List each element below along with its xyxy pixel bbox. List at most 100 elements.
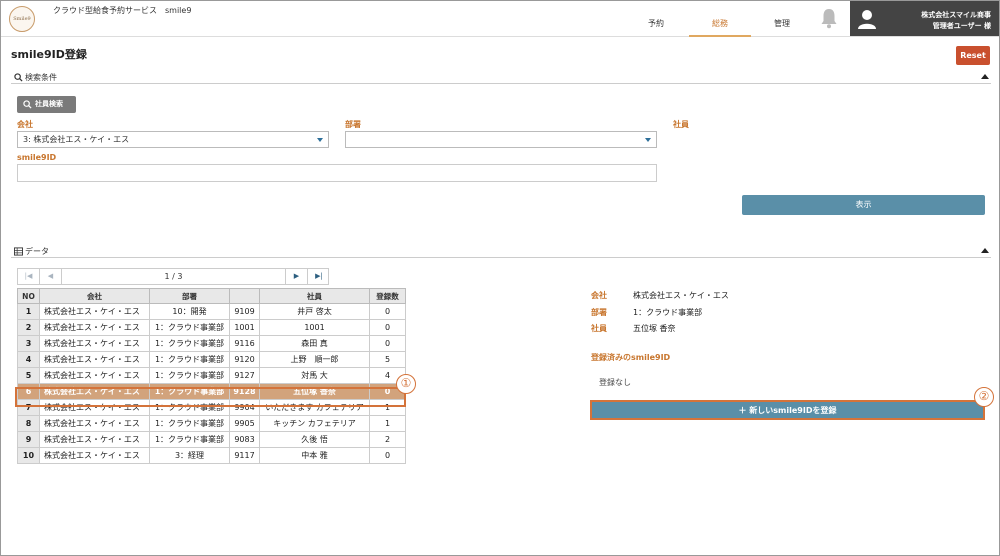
col-header-company[interactable]: 会社 bbox=[39, 288, 150, 304]
cell-employee: 上野 順一郎 bbox=[259, 351, 370, 368]
cell-count: 0 bbox=[369, 319, 406, 336]
cell-code: 9128 bbox=[229, 383, 260, 400]
cell-employee: 中本 雅 bbox=[259, 447, 370, 464]
cell-department: 10：開発 bbox=[149, 303, 230, 320]
cell-code: 9117 bbox=[229, 447, 260, 464]
table-header-row: NO 会社 部署 社員 登録数 bbox=[17, 288, 406, 304]
next-page-icon[interactable]: ▶ bbox=[286, 269, 308, 284]
col-header-department[interactable]: 部署 bbox=[149, 288, 230, 304]
cell-department: 1：クラウド事業部 bbox=[149, 383, 230, 400]
last-page-icon[interactable]: ▶| bbox=[308, 269, 330, 284]
department-select[interactable] bbox=[345, 131, 657, 148]
cell-count: 5 bbox=[369, 351, 406, 368]
detail-employee-label: 社員 bbox=[591, 324, 607, 333]
user-icon bbox=[858, 10, 876, 29]
col-header-code[interactable] bbox=[229, 288, 260, 304]
table-icon bbox=[14, 247, 23, 256]
cell-code: 9904 bbox=[229, 399, 260, 416]
cell-department: 1：クラウド事業部 bbox=[149, 399, 230, 416]
employee-search-button[interactable]: 社員検索 bbox=[17, 96, 76, 113]
cell-code: 9083 bbox=[229, 431, 260, 448]
cell-count: 1 bbox=[369, 415, 406, 432]
table-row[interactable]: 2 株式会社エス・ケイ・エス 1：クラウド事業部 1001 1001 0 bbox=[17, 319, 406, 336]
search-icon bbox=[23, 100, 32, 109]
top-header: Smile9 クラウド型給食予約サービス smile9 予約 総務 管理 株式会… bbox=[1, 1, 999, 37]
data-section-label: データ bbox=[25, 247, 49, 256]
cell-company: 株式会社エス・ケイ・エス bbox=[39, 303, 150, 320]
cell-no: 6 bbox=[17, 383, 40, 400]
table-row[interactable]: 9 株式会社エス・ケイ・エス 1：クラウド事業部 9083 久後 悟2 bbox=[17, 431, 406, 448]
cell-department: 1：クラウド事業部 bbox=[149, 351, 230, 368]
col-header-employee[interactable]: 社員 bbox=[259, 288, 370, 304]
cell-code: 9127 bbox=[229, 367, 260, 384]
cell-department: 3：経理 bbox=[149, 447, 230, 464]
detail-dept-value: 1：クラウド事業部 bbox=[633, 308, 703, 317]
cell-department: 1：クラウド事業部 bbox=[149, 415, 230, 432]
table-row[interactable]: 4 株式会社エス・ケイ・エス 1：クラウド事業部 9120 上野 順一郎 5 bbox=[17, 351, 406, 368]
cell-count: 2 bbox=[369, 431, 406, 448]
cell-count: 0 bbox=[369, 303, 406, 320]
first-page-icon[interactable]: |◀ bbox=[18, 269, 40, 284]
cell-code: 9116 bbox=[229, 335, 260, 352]
cell-company: 株式会社エス・ケイ・エス bbox=[39, 319, 150, 336]
pagination: |◀ ◀ 1 / 3 ▶ ▶| bbox=[17, 268, 329, 285]
chevron-down-icon bbox=[645, 138, 651, 142]
cell-department: 1：クラウド事業部 bbox=[149, 335, 230, 352]
cell-company: 株式会社エス・ケイ・エス bbox=[39, 351, 150, 368]
table-row[interactable]: 8 株式会社エス・ケイ・エス 1：クラウド事業部 9905 キッチン カフェテリア 1 bbox=[17, 415, 406, 432]
cell-company: 株式会社エス・ケイ・エス bbox=[39, 335, 150, 352]
collapse-icon[interactable] bbox=[981, 74, 989, 79]
cell-employee: 森田 真 bbox=[259, 335, 370, 352]
nav-tab-reservation[interactable]: 予約 bbox=[625, 19, 687, 37]
cell-no: 7 bbox=[17, 399, 40, 416]
table-row[interactable]: 3 株式会社エス・ケイ・エス 1：クラウド事業部 9116 森田 真0 bbox=[17, 335, 406, 352]
detail-employee-value: 五位塚 香奈 bbox=[633, 324, 676, 333]
nav-tab-admin[interactable]: 管理 bbox=[751, 19, 813, 37]
smile9-logo[interactable]: Smile9 bbox=[9, 6, 35, 32]
cell-employee: 五位塚 香奈 bbox=[259, 383, 370, 400]
bell-icon[interactable] bbox=[819, 7, 839, 29]
detail-company-label: 会社 bbox=[591, 291, 607, 300]
table-row[interactable]: 10 株式会社エス・ケイ・エス 3：経理 9117 中本 雅0 bbox=[17, 447, 406, 464]
cell-no: 1 bbox=[17, 303, 40, 320]
col-header-count[interactable]: 登録数 bbox=[369, 288, 406, 304]
cell-no: 10 bbox=[17, 447, 40, 464]
collapse-icon[interactable] bbox=[981, 248, 989, 253]
department-label: 部署 bbox=[345, 120, 361, 129]
nav-tab-general-affairs[interactable]: 総務 bbox=[689, 19, 751, 37]
cell-employee: 1001 bbox=[259, 319, 370, 336]
table-row[interactable]: 6 株式会社エス・ケイ・エス 1：クラウド事業部 9128 五位塚 香奈 0 bbox=[17, 383, 406, 400]
employee-search-label: 社員検索 bbox=[35, 100, 63, 108]
data-section-header[interactable]: データ bbox=[11, 246, 991, 258]
user-company: 株式会社スマイル商事 bbox=[921, 11, 991, 19]
employee-table: NO 会社 部署 社員 登録数 1 株式会社エス・ケイ・エス 10：開発 9109 井戸… bbox=[17, 288, 406, 464]
show-button[interactable]: 表示 bbox=[742, 195, 985, 215]
cell-company: 株式会社エス・ケイ・エス bbox=[39, 415, 150, 432]
page-title: smile9ID登録 bbox=[11, 48, 87, 61]
cell-no: 5 bbox=[17, 367, 40, 384]
registered-ids-empty: 登録なし bbox=[599, 378, 631, 387]
cell-no: 2 bbox=[17, 319, 40, 336]
user-name: 管理者ユーザー 様 bbox=[932, 22, 991, 30]
table-row[interactable]: 7 株式会社エス・ケイ・エス 1：クラウド事業部 9904 いただきます カフェテリア 1 bbox=[17, 399, 406, 416]
page-indicator: 1 / 3 bbox=[62, 269, 286, 284]
prev-page-icon[interactable]: ◀ bbox=[40, 269, 62, 284]
cell-company: 株式会社エス・ケイ・エス bbox=[39, 383, 150, 400]
table-row[interactable]: 5 株式会社エス・ケイ・エス 1：クラウド事業部 9127 対馬 大4 bbox=[17, 367, 406, 384]
cell-code: 1001 bbox=[229, 319, 260, 336]
user-menu[interactable]: 株式会社スマイル商事 管理者ユーザー 様 bbox=[850, 1, 999, 36]
reset-button[interactable]: Reset bbox=[956, 46, 990, 65]
cell-company: 株式会社エス・ケイ・エス bbox=[39, 431, 150, 448]
register-new-smile9id-button[interactable]: ＋ 新しいsmile9IDを登録 bbox=[590, 400, 985, 420]
smile9id-input[interactable] bbox=[17, 164, 657, 182]
company-select-value: 3: 株式会社エス・ケイ・エス bbox=[23, 135, 130, 144]
cell-employee: 対馬 大 bbox=[259, 367, 370, 384]
search-section-header[interactable]: 検索条件 bbox=[11, 72, 991, 84]
smile9id-label: smile9ID bbox=[17, 153, 57, 162]
cell-department: 1：クラウド事業部 bbox=[149, 367, 230, 384]
table-row[interactable]: 1 株式会社エス・ケイ・エス 10：開発 9109 井戸 啓太 0 bbox=[17, 303, 406, 320]
cell-count: 1 bbox=[369, 399, 406, 416]
col-header-no[interactable]: NO bbox=[17, 288, 40, 304]
cell-company: 株式会社エス・ケイ・エス bbox=[39, 367, 150, 384]
company-select[interactable]: 3: 株式会社エス・ケイ・エス bbox=[17, 131, 329, 148]
